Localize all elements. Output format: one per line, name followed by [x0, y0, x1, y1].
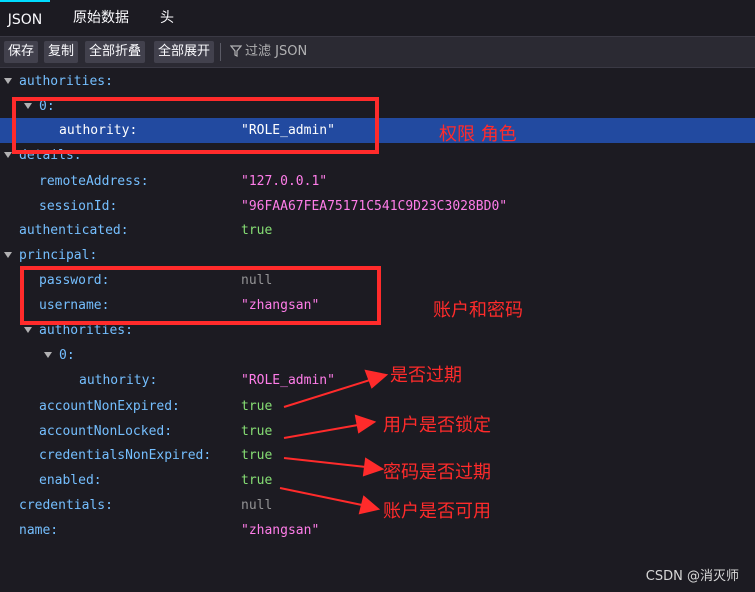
annotation-locked: 用户是否锁定: [383, 415, 491, 436]
annotation-usable: 账户是否可用: [383, 501, 491, 522]
arrow-cred-expired: [283, 457, 367, 468]
arrow-usable: [279, 487, 363, 506]
annotation-arrows: [279, 369, 389, 515]
arrow-usable-head: [358, 495, 381, 515]
arrow-expired-head: [364, 369, 389, 389]
annotation-cred-expired: 密码是否过期: [383, 462, 491, 483]
watermark: CSDN @消灭师: [645, 569, 739, 584]
arrow-locked: [283, 424, 359, 439]
annotation-role: 权限 角色: [439, 124, 517, 145]
arrow-locked-head: [354, 414, 377, 434]
annotation-account-password: 账户和密码: [433, 300, 523, 321]
annotation-expired: 是否过期: [390, 365, 462, 386]
arrow-cred-expired-head: [362, 457, 385, 477]
arrow-expired: [283, 379, 371, 408]
